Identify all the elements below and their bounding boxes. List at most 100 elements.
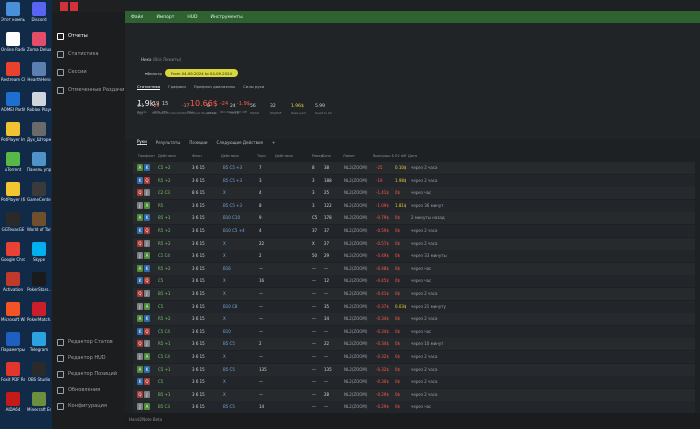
filter-button[interactable]: ▾ Фильтр (141, 69, 166, 77)
column-header[interactable]: Действия (158, 154, 176, 158)
desktop-icon-image (6, 62, 20, 76)
preflop-action: C5 C4 (158, 354, 170, 359)
sidebar-bottom-item[interactable]: Конфигурация (52, 399, 125, 413)
table-tab[interactable]: Результаты (156, 140, 181, 145)
desktop-icon[interactable]: Панель управления (27, 152, 51, 172)
sidebar-item[interactable]: Отчеты (52, 29, 125, 43)
table-tab[interactable]: + (272, 140, 275, 145)
sidebar-bottom-item[interactable]: Обновления (52, 383, 125, 397)
desktop-icon[interactable]: Google Chrome (1, 242, 25, 262)
column-header[interactable]: Дата (408, 154, 417, 158)
menu-item[interactable]: Инструменты (211, 15, 243, 20)
won-amount: -19 (376, 177, 383, 183)
hole-card: J (144, 390, 150, 398)
desktop-icon[interactable]: Roblox Player (27, 92, 51, 112)
menu-item[interactable]: HUD (187, 15, 197, 20)
column-header[interactable]: Действия (221, 154, 239, 158)
column-header[interactable]: Банк (322, 154, 331, 158)
table-row[interactable]: K Q R5 +2 3 6 15 B5 C5 +3 3 3 188 NL2(ZOOM) -19 1.… (133, 174, 695, 187)
desktop-icon[interactable]: PotPlayer Image Viewer (1, 122, 25, 142)
desktop-icon[interactable]: Microsoft Windows (1, 302, 25, 322)
desktop-icon[interactable]: Minecraft Education (27, 392, 51, 412)
preflop-action: R5 +2 (158, 316, 171, 322)
desktop-icon[interactable]: GGTexasGE (1, 212, 25, 232)
column-header[interactable]: Флоп (192, 154, 202, 158)
report-tab[interactable]: Силы руки (243, 84, 264, 90)
hole-card: Q (137, 239, 143, 247)
sidebar-bottom-item[interactable]: Редактор HUD (52, 351, 125, 365)
table-row[interactable]: J A R5 3 6 15 B5 C5 +3 8 3 122 NL2(ZOOM) -1.09$ 1.… (133, 199, 695, 212)
sidebar-item[interactable]: Статистика (52, 47, 125, 61)
desktop-icon[interactable]: AIDA64 (1, 392, 25, 412)
table-row[interactable]: Q J B5 +1 3 6 15 X — — 28 NL2(ZOOM) -0.29$ 0$ через… (133, 388, 695, 401)
column-header[interactable]: Лимит (343, 154, 355, 158)
column-header[interactable]: Префлоп (138, 154, 155, 158)
table-row[interactable]: J A B5 C3 3 6 15 B5 C5 14 — — NL2(ZOOM) -0.29$ 0$ ч… (133, 401, 695, 414)
sidebar-item-label: Редактор Статов (68, 339, 113, 345)
table-row[interactable]: K Q C5 3 6 15 X 16 — 12 NL2(ZOOM) -0.45$ 0$ через ч… (133, 275, 695, 288)
ev-diff: 0.10$ (395, 165, 407, 170)
table-row[interactable]: Q J R5 +2 3 6 15 X 22 X 27 NL2(ZOOM) -0.57$ 0$ чере… (133, 237, 695, 250)
desktop-icon-label: OBS Studio (27, 377, 51, 382)
table-row[interactable]: A K C5 +2 3 6 15 B5 C5 +3 7 8 38 NL2(ZOOM) -25 0.1… (133, 162, 695, 174)
table-row[interactable]: J A C5 C4 3 6 15 X — — — NL2(ZOOM) -0.32$ 0$ через … (133, 351, 695, 363)
table-row[interactable]: A K R5 +2 3 6 15 X — — 34 NL2(ZOOM) -0.34$ 0$ через… (133, 313, 695, 326)
column-header[interactable]: Выигрыш $ (373, 154, 394, 158)
desktop-icon[interactable]: Activation (1, 272, 25, 292)
desktop-icon[interactable]: Discord (27, 2, 51, 22)
column-header[interactable]: Терн (257, 154, 266, 158)
turn-card: — (259, 391, 263, 397)
table-row[interactable]: A K C5 +1 3 6 15 B5 C5 135 — 135 NL2(ZOOM) -0.32$… (133, 363, 695, 376)
desktop-icon[interactable]: GameCenter (27, 182, 51, 202)
menu-item[interactable]: Импорт (156, 15, 174, 20)
table-row[interactable]: Q J R5 +1 3 6 15 B5 C5 2 — 22 NL2(ZOOM) -0.34$ 0$ ч… (133, 338, 695, 351)
ev-diff: 0$ (395, 328, 401, 334)
desktop-icon[interactable]: uTorrent (1, 152, 25, 172)
sidebar-item[interactable]: Отмеченные Раздачи (52, 83, 125, 97)
table-row[interactable]: Q J B5 +1 3 6 15 X — — — NL2(ZOOM) -0.41$ 0$ через … (133, 288, 695, 300)
desktop-icon[interactable]: World of Tanks EU (27, 212, 51, 232)
report-tab[interactable]: Статистика (137, 84, 161, 90)
desktop-icon[interactable]: OBS Studio (27, 362, 51, 382)
table-row[interactable]: J A C1 C4 3 6 15 X 2 50 29 NL2(ZOOM) -0.49$ 0$ чере… (133, 250, 695, 263)
limit: NL2(ZOOM) (344, 366, 368, 372)
sidebar-bottom-item[interactable]: Редактор Статов (52, 335, 125, 349)
sidebar-item[interactable]: Сессии (52, 65, 125, 79)
desktop-icon[interactable]: HearthHero (27, 62, 51, 82)
table-row[interactable]: A K R5 +2 3 6 15 B16 — — — NL2(ZOOM) -0.48$ 0$ чере… (133, 262, 695, 275)
table-row[interactable]: K Q R5 +2 3 6 15 B10 C5 +4 4 37 37 NL2(ZOOM) -0.5… (133, 225, 695, 237)
desktop-icon[interactable]: Дух_Шторм.. (27, 122, 51, 142)
menu-item[interactable]: Файл (131, 15, 143, 20)
table-tab[interactable]: Следующие Действия (216, 140, 263, 145)
column-header[interactable]: EV diff (395, 154, 406, 158)
desktop-icon[interactable]: PokerStars.. (27, 272, 51, 292)
desktop-icon[interactable]: PokerMatch.. (27, 302, 51, 322)
pot-size: 25 (324, 190, 330, 196)
date-range-pill[interactable]: From 04-09-2024 to 04-09-2024 (165, 69, 238, 77)
river-card: 8 (312, 165, 315, 170)
column-header[interactable]: Действия (275, 154, 293, 158)
desktop-icon-image (6, 152, 20, 166)
desktop-icon[interactable]: Skype (27, 242, 51, 262)
desktop-icon-label: uTorrent (4, 167, 22, 172)
desktop-icon[interactable]: PotPlayer (64-bit) (1, 182, 25, 202)
desktop-icon[interactable]: Telegram (27, 332, 51, 352)
table-row[interactable]: K Q C5 C4 3 6 15 B10 — — — NL2(ZOOM) -0.34$ 0$ чере… (133, 325, 695, 338)
desktop-icon[interactable]: AOMEI Partiti.. (1, 92, 25, 112)
desktop-icon[interactable]: Zoma Deluxe (27, 32, 51, 52)
table-row[interactable]: K Q C5 3 6 15 X — — — NL2(ZOOM) -0.30$ 0$ через 2 ч… (133, 376, 695, 389)
desktop-icon[interactable]: Foxit PDF Reader (1, 362, 25, 382)
report-tab[interactable]: Префлоп диапазоны (194, 84, 235, 90)
desktop-icon-image (32, 302, 46, 316)
table-row[interactable]: J A C5 3 6 15 B10 C8 — — 35 NL2(ZOOM) -0.37$ 0.03$… (133, 300, 695, 313)
table-row[interactable]: Q J C2 C3 8 6 15 X 4 3 25 NL2(ZOOM) -1.41$ 0$ через… (133, 187, 695, 200)
report-tab[interactable]: Графики (168, 84, 186, 90)
sidebar-bottom-item[interactable]: Редактор Позиций (52, 367, 125, 381)
desktop-icon[interactable]: Online Radio.amp. (1, 32, 25, 52)
desktop-icon[interactable]: Restream Chat (1, 62, 25, 82)
table-row[interactable]: A K B5 +1 3 6 15 B10 C10 9 C5 178 NL2(ZOOM) -0.79… (133, 212, 695, 225)
table-tab[interactable]: Руки (137, 139, 147, 145)
table-tab[interactable]: Позиции (189, 140, 207, 145)
desktop-icon[interactable]: Параметры (1, 332, 25, 352)
desktop-icon[interactable]: Этот компьютер (1, 2, 25, 22)
